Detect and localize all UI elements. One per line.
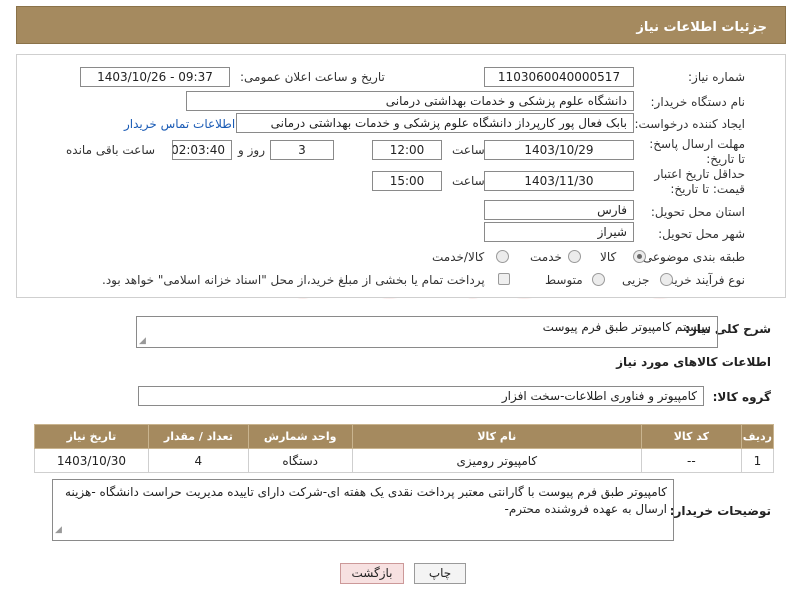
city-label: شهر محل تحویل:: [658, 227, 745, 241]
process-minor-label: جزیی: [622, 273, 650, 287]
announce-date-label: تاریخ و ساعت اعلان عمومی:: [240, 70, 385, 84]
page-title-bar: جزئیات اطلاعات نیاز: [16, 6, 786, 44]
print-button[interactable]: چاپ: [414, 563, 466, 584]
process-medium-radio[interactable]: [592, 273, 605, 286]
price-validity-date-field: 1403/11/30: [484, 171, 634, 191]
back-button[interactable]: بازگشت: [340, 563, 404, 584]
cell-row-number: 1: [740, 448, 775, 473]
summary-text: سیستم کامپیوتر طبق فرم پیوست: [542, 320, 711, 334]
category-service-radio[interactable]: [568, 250, 581, 263]
buyer-notes-label: توضیحات خریدار:: [669, 504, 771, 518]
goods-table: ردیف کد کالا نام کالا واحد شمارش تعداد /…: [34, 424, 775, 473]
table-row: 1 -- کامپیوتر رومیزی دستگاه 4 1403/10/30: [34, 448, 775, 473]
deadline-time-label: ساعت: [452, 143, 485, 157]
category-goods-service-label: کالا/خدمت: [432, 250, 485, 264]
goods-group-label: گروه کالا:: [712, 390, 771, 404]
remaining-days-field: 3: [270, 140, 334, 160]
cell-item-code: --: [640, 448, 742, 473]
process-minor-radio[interactable]: [660, 273, 673, 286]
col-header-unit: واحد شمارش: [247, 424, 353, 449]
cell-unit: دستگاه: [247, 448, 353, 473]
summary-textarea: سیستم کامپیوتر طبق فرم پیوست ◢: [136, 316, 718, 348]
remaining-time-field: 02:03:40: [172, 140, 232, 160]
cell-quantity: 4: [147, 448, 249, 473]
deadline-time-field: 12:00: [372, 140, 442, 160]
goods-section-title: اطلاعات کالاهای مورد نیاز: [616, 355, 771, 369]
deadline-date-field: 1403/10/29: [484, 140, 634, 160]
province-field: فارس: [484, 200, 634, 220]
resize-grip-icon[interactable]: ◢: [55, 522, 62, 539]
remaining-time-label: ساعت باقی مانده: [66, 143, 156, 157]
announce-date-field: 1403/10/26 - 09:37: [80, 67, 230, 87]
price-validity-time-field: 15:00: [372, 171, 442, 191]
col-header-item-name: نام کالا: [351, 424, 642, 449]
category-label: طبقه بندی موضوعی:: [638, 250, 745, 264]
deadline-label: مهلت ارسال پاسخ: تا تاریخ:: [649, 137, 745, 166]
col-header-quantity: تعداد / مقدار: [147, 424, 249, 449]
goods-group-field: کامپیوتر و فناوری اطلاعات-سخت افزار: [138, 386, 704, 406]
cell-item-name: کامپیوتر رومیزی: [351, 448, 642, 473]
creator-label: ایجاد کننده درخواست:: [634, 117, 745, 131]
col-header-need-date: تاریخ نیاز: [34, 424, 149, 449]
buyer-org-label: نام دستگاه خریدار:: [650, 95, 746, 109]
category-goods-label: کالا: [600, 250, 617, 264]
category-goods-service-radio[interactable]: [496, 250, 509, 263]
cell-need-date: 1403/10/30: [34, 448, 149, 473]
city-field: شیراز: [484, 222, 634, 242]
buyer-notes-textarea: کامپیوتر طبق فرم پیوست با گارانتی معتبر …: [52, 479, 674, 541]
price-validity-time-label: ساعت: [452, 174, 485, 188]
process-medium-label: متوسط: [545, 273, 583, 287]
price-validity-label: حداقل تاریخ اعتبار قیمت: تا تاریخ:: [654, 167, 745, 196]
col-header-row-number: ردیف: [740, 424, 775, 449]
col-header-item-code: کد کالا: [640, 424, 742, 449]
need-number-label: شماره نیاز:: [688, 70, 745, 84]
creator-field: بابک فعال پور کارپرداز دانشگاه علوم پزشک…: [236, 113, 634, 133]
category-goods-radio[interactable]: [633, 250, 646, 263]
buyer-notes-text: کامپیوتر طبق فرم پیوست با گارانتی معتبر …: [65, 485, 667, 516]
treasury-payment-note: پرداخت تمام یا بخشی از مبلغ خرید،از محل …: [102, 273, 485, 287]
resize-grip-icon[interactable]: ◢: [139, 336, 146, 346]
buyer-org-field: دانشگاه علوم پزشکی و خدمات بهداشتی درمان…: [186, 91, 634, 111]
treasury-payment-checkbox[interactable]: [498, 273, 510, 285]
table-header-row: ردیف کد کالا نام کالا واحد شمارش تعداد /…: [34, 424, 775, 449]
category-service-label: خدمت: [530, 250, 562, 264]
province-label: استان محل تحویل:: [650, 205, 745, 219]
page-title: جزئیات اطلاعات نیاز: [636, 20, 767, 35]
need-number-field: 1103060040000517: [484, 67, 634, 87]
remaining-days-label: روز و: [238, 143, 265, 157]
buyer-contact-link[interactable]: اطلاعات تماس خریدار: [124, 117, 235, 131]
